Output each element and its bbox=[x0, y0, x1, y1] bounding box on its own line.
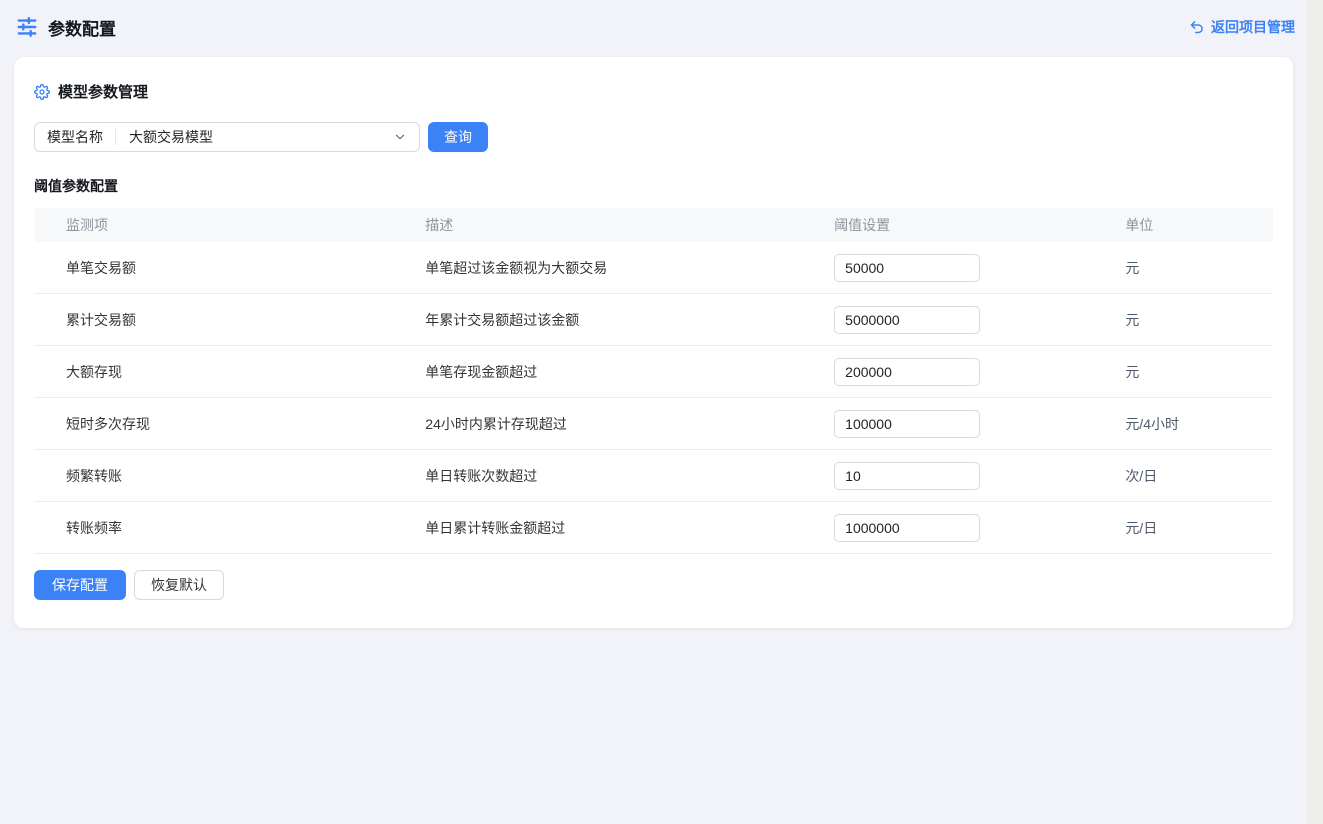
threshold-input[interactable] bbox=[834, 514, 980, 542]
monitor-item-label: 转账频率 bbox=[34, 518, 393, 538]
query-button[interactable]: 查询 bbox=[428, 122, 488, 152]
threshold-section-title: 阈值参数配置 bbox=[34, 176, 1273, 196]
monitor-item-description: 年累计交易额超过该金额 bbox=[393, 310, 802, 330]
page-title: 参数配置 bbox=[48, 15, 116, 40]
gear-icon bbox=[34, 84, 50, 100]
monitor-item-description: 单日累计转账金额超过 bbox=[393, 518, 802, 538]
table-row: 转账频率 单日累计转账金额超过 元/日 bbox=[34, 502, 1273, 554]
table-row: 大额存现 单笔存现金额超过 元 bbox=[34, 346, 1273, 398]
model-name-select[interactable]: 模型名称 大额交易模型 bbox=[34, 122, 420, 152]
monitor-item-description: 单笔存现金额超过 bbox=[393, 362, 802, 382]
model-name-value: 大额交易模型 bbox=[116, 127, 393, 147]
table-row: 累计交易额 年累计交易额超过该金额 元 bbox=[34, 294, 1273, 346]
chevron-down-icon bbox=[393, 130, 407, 144]
unit-label: 元/4小时 bbox=[1093, 414, 1273, 434]
table-row: 频繁转账 单日转账次数超过 次/日 bbox=[34, 450, 1273, 502]
table-row: 短时多次存现 24小时内累计存现超过 元/4小时 bbox=[34, 398, 1273, 450]
back-to-project-link[interactable]: 返回项目管理 bbox=[1189, 17, 1295, 37]
threshold-input[interactable] bbox=[834, 462, 980, 490]
monitor-item-description: 单日转账次数超过 bbox=[393, 466, 802, 486]
monitor-item-description: 24小时内累计存现超过 bbox=[393, 414, 802, 434]
topbar: 参数配置 返回项目管理 bbox=[0, 0, 1323, 54]
unit-label: 元 bbox=[1093, 362, 1273, 382]
sliders-icon bbox=[16, 16, 38, 38]
threshold-input[interactable] bbox=[834, 306, 980, 334]
threshold-input[interactable] bbox=[834, 254, 980, 282]
monitor-item-label: 单笔交易额 bbox=[34, 258, 393, 278]
monitor-item-label: 频繁转账 bbox=[34, 466, 393, 486]
column-header-unit: 单位 bbox=[1093, 215, 1273, 235]
back-link-label: 返回项目管理 bbox=[1211, 17, 1295, 37]
monitor-item-label: 大额存现 bbox=[34, 362, 393, 382]
threshold-input[interactable] bbox=[834, 410, 980, 438]
restore-default-button[interactable]: 恢复默认 bbox=[134, 570, 224, 600]
monitor-item-description: 单笔超过该金额视为大额交易 bbox=[393, 258, 802, 278]
threshold-table: 监测项 描述 阈值设置 单位 单笔交易额 单笔超过该金额视为大额交易 元 累计交… bbox=[34, 208, 1273, 554]
column-header-threshold: 阈值设置 bbox=[802, 215, 1093, 235]
column-header-monitor-item: 监测项 bbox=[34, 215, 393, 235]
model-parameter-card: 模型参数管理 模型名称 大额交易模型 查询 阈值参数配置 监测项 描述 阈值设置… bbox=[14, 57, 1293, 628]
save-config-button[interactable]: 保存配置 bbox=[34, 570, 126, 600]
scrollbar-track[interactable] bbox=[1307, 0, 1323, 824]
unit-label: 次/日 bbox=[1093, 466, 1273, 486]
table-header-row: 监测项 描述 阈值设置 单位 bbox=[34, 208, 1273, 242]
unit-label: 元/日 bbox=[1093, 518, 1273, 538]
monitor-item-label: 短时多次存现 bbox=[34, 414, 393, 434]
monitor-item-label: 累计交易额 bbox=[34, 310, 393, 330]
table-body: 单笔交易额 单笔超过该金额视为大额交易 元 累计交易额 年累计交易额超过该金额 … bbox=[34, 242, 1273, 554]
model-name-label: 模型名称 bbox=[35, 127, 115, 147]
table-row: 单笔交易额 单笔超过该金额视为大额交易 元 bbox=[34, 242, 1273, 294]
unit-label: 元 bbox=[1093, 258, 1273, 278]
threshold-input[interactable] bbox=[834, 358, 980, 386]
panel-title: 模型参数管理 bbox=[58, 81, 148, 102]
column-header-description: 描述 bbox=[393, 215, 802, 235]
unit-label: 元 bbox=[1093, 310, 1273, 330]
undo-arrow-icon bbox=[1189, 20, 1204, 35]
